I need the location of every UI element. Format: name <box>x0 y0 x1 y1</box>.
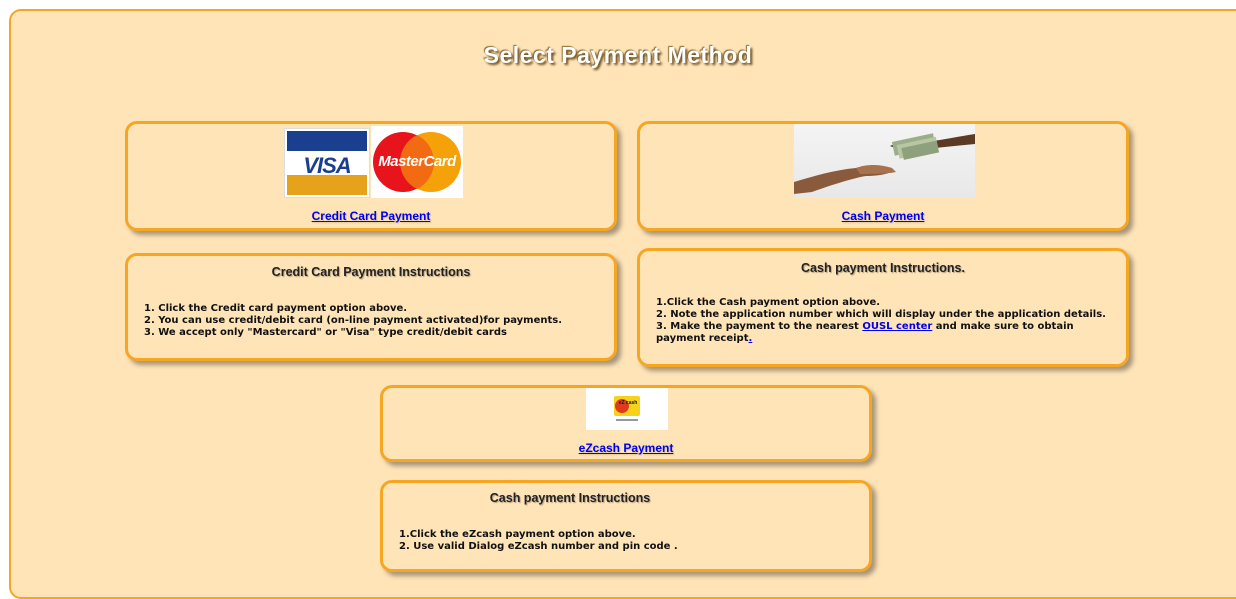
instruction-line: 2. Use valid Dialog eZcash number and pi… <box>399 541 678 552</box>
ousl-center-link[interactable]: OUSL center <box>862 321 932 332</box>
credit-card-instructions-list: 1. Click the Credit card payment option … <box>144 303 562 339</box>
instruction-line: 2. You can use credit/debit card (on-lin… <box>144 315 563 326</box>
credit-card-option[interactable]: VISA MasterCard Credit Card Payment <box>125 121 617 231</box>
instruction-line: payment receipt. <box>656 333 1106 345</box>
instruction-text: payment receipt <box>656 333 749 344</box>
page-title: Select Payment Method <box>483 42 753 68</box>
cash-instructions: Cash payment Instructions. 1.Click the C… <box>637 248 1129 367</box>
visa-logo[interactable]: VISA <box>284 128 370 198</box>
instruction-line: 1.Click the Cash payment option above. <box>656 297 881 308</box>
ezcash-payment-link[interactable]: eZcash Payment <box>383 441 869 455</box>
instruction-text: and make sure to obtain <box>932 321 1074 332</box>
cash-hands-image[interactable] <box>794 124 975 198</box>
visa-logo-text: VISA <box>303 153 351 178</box>
cash-instructions-heading: Cash payment Instructions. <box>801 261 965 275</box>
ezcash-logo-text: eZ cash <box>618 400 638 406</box>
cash-payment-link[interactable]: Cash Payment <box>640 209 1126 223</box>
credit-card-payment-link[interactable]: Credit Card Payment <box>128 209 614 223</box>
cash-option[interactable]: Cash Payment <box>637 121 1129 231</box>
mastercard-logo-text: MasterCard <box>378 153 456 170</box>
instruction-line: 1.Click the eZcash payment option above. <box>399 529 636 540</box>
instruction-line: 1. Click the Credit card payment option … <box>144 303 408 314</box>
instruction-line: 3. Make the payment to the nearest OUSL … <box>656 321 1106 333</box>
mastercard-logo[interactable]: MasterCard <box>371 126 463 198</box>
ezcash-option[interactable]: eZ cash eZcash Payment <box>380 385 872 462</box>
ezcash-instructions: Cash payment Instructions 1.Click the eZ… <box>380 480 872 572</box>
ezcash-instructions-heading: Cash payment Instructions <box>489 491 651 505</box>
receipt-period-link[interactable]: . <box>749 333 753 344</box>
instruction-text: 3. Make the payment to the nearest <box>656 321 863 332</box>
ezcash-logo[interactable]: eZ cash <box>586 388 668 430</box>
credit-card-instructions: Credit Card Payment Instructions 1. Clic… <box>125 253 617 361</box>
instruction-line: 3. We accept only "Mastercard" or "Visa"… <box>144 327 507 338</box>
cash-instructions-list: 1.Click the Cash payment option above. 2… <box>656 297 1106 345</box>
ezcash-instructions-list: 1.Click the eZcash payment option above.… <box>399 529 678 553</box>
credit-card-instructions-heading: Credit Card Payment Instructions <box>271 265 471 279</box>
instruction-line: 2. Note the application number which wil… <box>656 309 1106 320</box>
